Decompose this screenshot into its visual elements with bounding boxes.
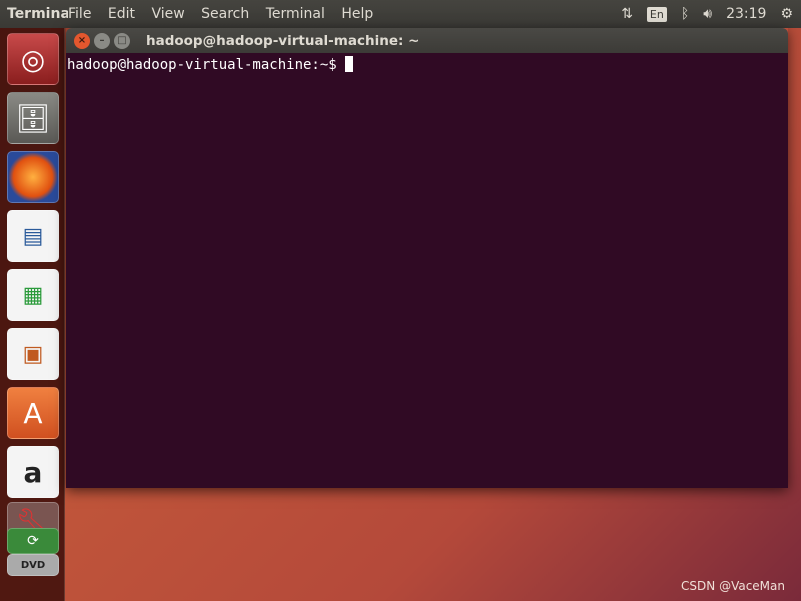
software-center-icon[interactable]: A: [7, 387, 59, 439]
clock[interactable]: 23:19: [726, 6, 766, 22]
menu-view[interactable]: View: [151, 6, 184, 22]
bluetooth-icon[interactable]: ᛒ: [681, 6, 689, 22]
menu-help[interactable]: Help: [341, 6, 373, 22]
window-title: hadoop@hadoop-virtual-machine: ~: [146, 33, 419, 49]
amazon-icon[interactable]: a: [7, 446, 59, 498]
launcher: ◎ 🗄︎ ▤ ▦ ▣ A a 🔧︎ ⟳ DVD: [0, 28, 65, 601]
terminal-window: × – □ hadoop@hadoop-virtual-machine: ~ h…: [66, 28, 788, 488]
impress-icon[interactable]: ▣: [7, 328, 59, 380]
firefox-icon[interactable]: [7, 151, 59, 203]
writer-icon[interactable]: ▤: [7, 210, 59, 262]
top-panel: Terminal File Edit View Search Terminal …: [0, 0, 801, 28]
title-bar[interactable]: × – □ hadoop@hadoop-virtual-machine: ~: [66, 28, 788, 53]
keyboard-indicator[interactable]: En: [647, 7, 667, 22]
terminal-output[interactable]: hadoop@hadoop-virtual-machine:~$: [66, 53, 788, 488]
calc-icon[interactable]: ▦: [7, 269, 59, 321]
updater-icon[interactable]: ⟳: [7, 528, 59, 554]
system-tray: ⇅ En ᛒ 🔊︎ 23:19 ⚙: [621, 0, 793, 28]
maximize-icon[interactable]: □: [114, 33, 130, 49]
network-icon[interactable]: ⇅: [621, 6, 633, 22]
menu-terminal[interactable]: Terminal: [266, 6, 325, 22]
gear-icon[interactable]: ⚙: [780, 6, 793, 22]
close-icon[interactable]: ×: [74, 33, 90, 49]
text-cursor: [345, 56, 353, 72]
menu-bar: File Edit View Search Terminal Help: [68, 6, 385, 22]
menu-edit[interactable]: Edit: [108, 6, 135, 22]
volume-icon[interactable]: 🔊︎: [703, 6, 712, 22]
active-app-name: Terminal: [0, 6, 68, 22]
dvd-icon[interactable]: DVD: [7, 554, 59, 576]
menu-file[interactable]: File: [68, 6, 91, 22]
ubuntu-dash-icon[interactable]: ◎: [7, 33, 59, 85]
shell-prompt: hadoop@hadoop-virtual-machine:~$: [67, 57, 337, 73]
watermark: CSDN @VaceMan: [681, 579, 785, 593]
files-icon[interactable]: 🗄︎: [7, 92, 59, 144]
menu-search[interactable]: Search: [201, 6, 249, 22]
minimize-icon[interactable]: –: [94, 33, 110, 49]
